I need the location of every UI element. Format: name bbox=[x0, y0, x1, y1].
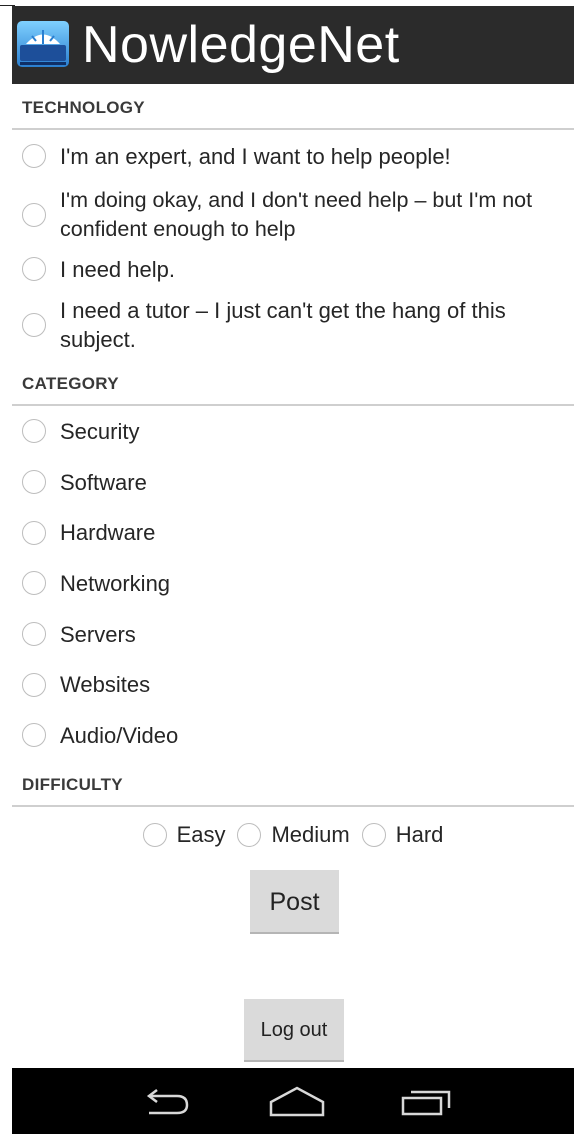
recent-apps-icon bbox=[401, 1090, 451, 1116]
category-option-label: Audio/Video bbox=[60, 722, 179, 748]
system-navigation-bar bbox=[12, 1068, 574, 1134]
technology-option-label: I need a tutor – I just can't get the ha… bbox=[60, 298, 506, 352]
radio-button[interactable] bbox=[22, 622, 46, 647]
radio-button[interactable] bbox=[22, 470, 46, 495]
radio-button[interactable] bbox=[361, 822, 386, 847]
category-option-label: Websites bbox=[60, 672, 151, 698]
category-header: CATEGORY bbox=[12, 360, 574, 406]
radio-button[interactable] bbox=[142, 822, 167, 847]
radio-button[interactable] bbox=[22, 672, 46, 697]
difficulty-option-hard[interactable]: Hard bbox=[361, 820, 444, 849]
radio-button[interactable] bbox=[22, 571, 46, 596]
category-option-software[interactable]: Software bbox=[12, 457, 574, 508]
difficulty-option-label: Hard bbox=[395, 822, 444, 848]
top-edge bbox=[0, 0, 574, 5]
post-form: TECHNOLOGY I'm an expert, and I want to … bbox=[12, 84, 574, 863]
radio-button[interactable] bbox=[22, 257, 46, 281]
recent-apps-button[interactable] bbox=[392, 1082, 462, 1122]
radio-button[interactable] bbox=[22, 520, 46, 545]
post-button[interactable]: Post bbox=[250, 870, 339, 932]
difficulty-option-medium[interactable]: Medium bbox=[237, 820, 350, 849]
radio-button[interactable] bbox=[22, 144, 46, 168]
category-option-servers[interactable]: Servers bbox=[12, 609, 574, 660]
radio-button[interactable] bbox=[22, 723, 46, 748]
technology-option-label: I need help. bbox=[60, 256, 175, 282]
home-button[interactable] bbox=[262, 1082, 332, 1122]
difficulty-option-label: Easy bbox=[176, 822, 226, 848]
category-option-label: Software bbox=[60, 469, 147, 495]
app-logo-icon[interactable] bbox=[16, 19, 70, 69]
action-bar: NowledgeNet bbox=[12, 6, 574, 84]
technology-option-expert[interactable]: I'm an expert, and I want to help people… bbox=[12, 130, 574, 182]
difficulty-option-easy[interactable]: Easy bbox=[142, 820, 226, 849]
technology-option-need-help[interactable]: I need help. bbox=[12, 248, 574, 290]
category-option-hardware[interactable]: Hardware bbox=[12, 507, 574, 558]
radio-button[interactable] bbox=[22, 313, 46, 337]
category-header-label: CATEGORY bbox=[22, 374, 119, 393]
technology-header-label: TECHNOLOGY bbox=[22, 98, 145, 117]
logout-button[interactable]: Log out bbox=[244, 999, 344, 1060]
difficulty-options: Easy Medium Hard bbox=[12, 807, 574, 863]
radio-button[interactable] bbox=[237, 822, 262, 847]
technology-option-label: I'm an expert, and I want to help people… bbox=[60, 143, 451, 169]
category-option-label: Networking bbox=[60, 570, 171, 596]
difficulty-option-label: Medium bbox=[271, 822, 350, 848]
home-icon bbox=[269, 1086, 325, 1117]
technology-option-need-tutor[interactable]: I need a tutor – I just can't get the ha… bbox=[12, 290, 574, 360]
category-option-label: Servers bbox=[60, 621, 136, 647]
difficulty-header-label: DIFFICULTY bbox=[22, 774, 123, 794]
category-option-audio-video[interactable]: Audio/Video bbox=[12, 710, 574, 761]
difficulty-header: DIFFICULTY bbox=[12, 761, 574, 807]
back-button[interactable] bbox=[132, 1082, 202, 1122]
radio-button[interactable] bbox=[22, 419, 46, 444]
category-option-networking[interactable]: Networking bbox=[12, 558, 574, 609]
radio-button[interactable] bbox=[22, 203, 46, 227]
category-option-websites[interactable]: Websites bbox=[12, 659, 574, 710]
app-title: NowledgeNet bbox=[82, 16, 400, 74]
technology-option-label: I'm doing okay, and I don't need help – … bbox=[60, 188, 533, 241]
technology-option-okay[interactable]: I'm doing okay, and I don't need help – … bbox=[12, 182, 574, 248]
technology-header: TECHNOLOGY bbox=[12, 84, 574, 130]
back-icon bbox=[146, 1089, 189, 1115]
category-option-label: Hardware bbox=[60, 520, 156, 546]
screen: NowledgeNet TECHNOLOGY I'm an expert, an… bbox=[0, 0, 574, 1134]
category-option-label: Security bbox=[60, 418, 140, 444]
category-option-security[interactable]: Security bbox=[12, 406, 574, 457]
